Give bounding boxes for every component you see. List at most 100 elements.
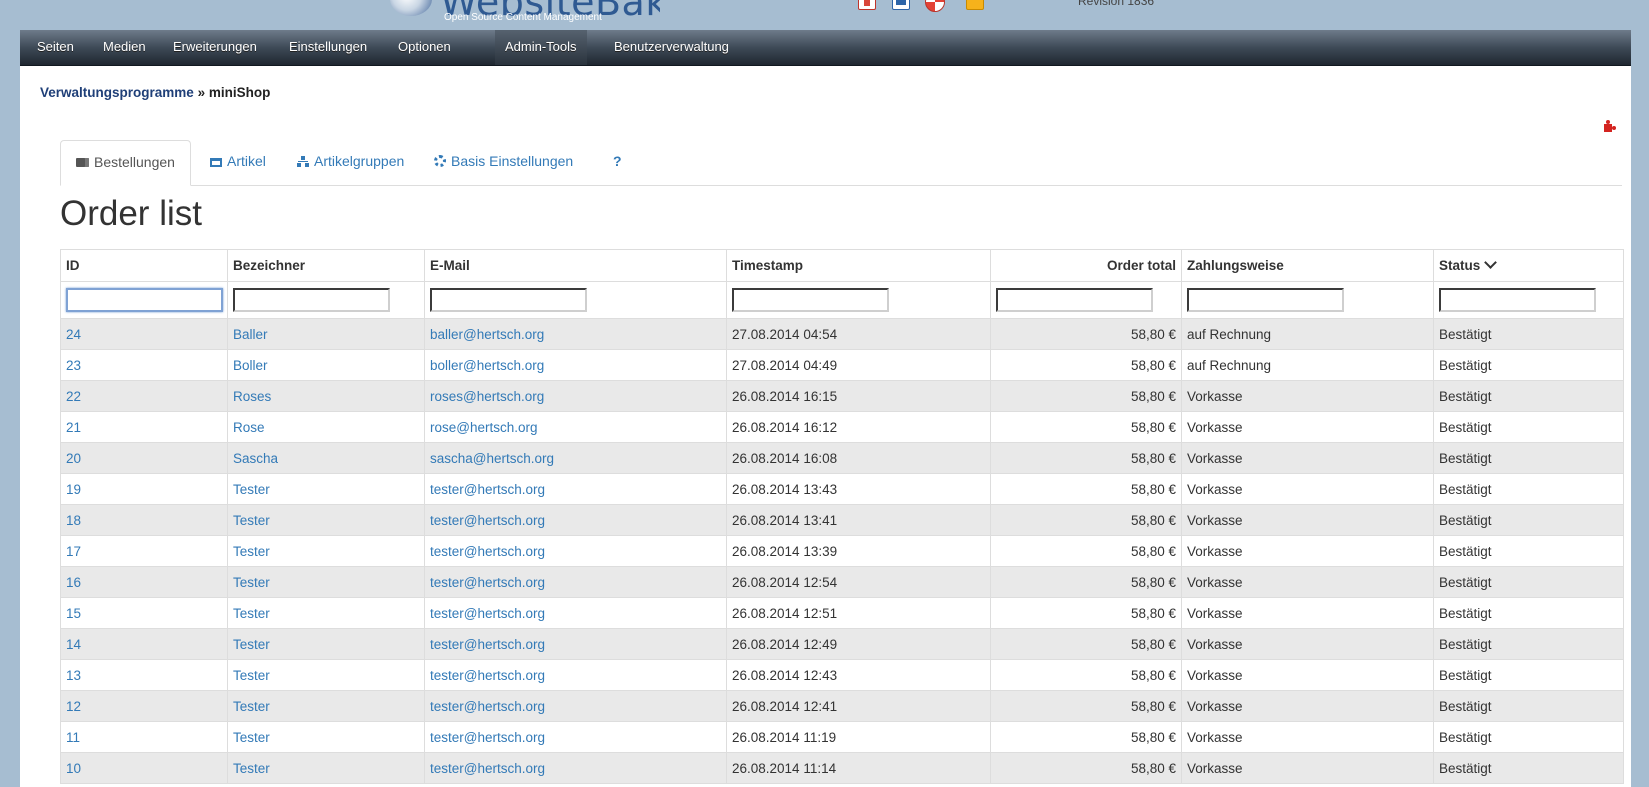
help-lifebuoy-icon[interactable] [925,0,945,12]
menu-item-benutzerverwaltung[interactable]: Benutzerverwaltung [604,30,739,65]
tab-bestellungen[interactable]: Bestellungen [60,140,191,186]
cell-bezeichner-link[interactable]: Tester [233,544,270,559]
cell-email-link[interactable]: tester@hertsch.org [430,668,545,683]
cell-id-link[interactable]: 10 [66,761,81,776]
cell-id: 12 [60,690,228,722]
cell-order-total: 58,80 € [990,597,1182,629]
cell-id-link[interactable]: 12 [66,699,81,714]
cell-id-link[interactable]: 14 [66,637,81,652]
tab-basis-einstellungen[interactable]: Basis Einstellungen [419,140,588,184]
menu-item-admin-tools[interactable]: Admin-Tools [495,30,587,65]
cell-order-total: 58,80 € [990,752,1182,784]
column-header-zahlungsweise[interactable]: Zahlungsweise [1181,249,1434,282]
view-site-icon[interactable] [892,0,910,10]
logout-icon[interactable] [966,0,984,10]
cell-id-link[interactable]: 16 [66,575,81,590]
cell-email-link[interactable]: rose@hertsch.org [430,420,538,435]
cell-email-link[interactable]: tester@hertsch.org [430,730,545,745]
cell-bezeichner-link[interactable]: Tester [233,513,270,528]
cell-bezeichner-link[interactable]: Tester [233,637,270,652]
cell-email-link[interactable]: tester@hertsch.org [430,761,545,776]
filter-input-zahlungsweise[interactable] [1187,288,1344,312]
tab-artikel[interactable]: Artikel [195,140,281,184]
cell-email-link[interactable]: tester@hertsch.org [430,699,545,714]
cell-id-link[interactable]: 11 [66,730,80,745]
cell-id: 19 [60,473,228,505]
cell-email-link[interactable]: boller@hertsch.org [430,358,544,373]
cell-email-link[interactable]: tester@hertsch.org [430,544,545,559]
cell-email: baller@hertsch.org [424,318,727,350]
cell-timestamp: 27.08.2014 04:54 [726,318,991,350]
menu-item-optionen[interactable]: Optionen [388,30,461,65]
cell-bezeichner: Tester [227,628,425,660]
cell-id: 15 [60,597,228,629]
cell-id-link[interactable]: 21 [66,420,81,435]
cell-status: Bestätigt [1433,597,1624,629]
chevron-down-icon [1484,256,1498,269]
cell-id-link[interactable]: 18 [66,513,81,528]
cell-bezeichner-link[interactable]: Tester [233,482,270,497]
cell-id-link[interactable]: 19 [66,482,81,497]
cell-id-link[interactable]: 24 [66,327,81,342]
cell-id-link[interactable]: 23 [66,358,81,373]
cell-email-link[interactable]: tester@hertsch.org [430,482,545,497]
column-header-status[interactable]: Status [1433,249,1624,282]
cell-email-link[interactable]: tester@hertsch.org [430,606,545,621]
filter-input-id[interactable] [66,288,223,312]
tab-artikelgruppen[interactable]: Artikelgruppen [282,140,419,184]
cell-bezeichner-link[interactable]: Tester [233,668,270,683]
breadcrumb-parent-link[interactable]: Verwaltungsprogramme [40,85,194,100]
cell-bezeichner-link[interactable]: Tester [233,730,270,745]
filter-input-email[interactable] [430,288,587,312]
menu-item-seiten[interactable]: Seiten [20,30,91,65]
cell-email: tester@hertsch.org [424,597,727,629]
cell-bezeichner-link[interactable]: Rose [233,420,265,435]
cell-bezeichner-link[interactable]: Roses [233,389,271,404]
cell-email-link[interactable]: roses@hertsch.org [430,389,544,404]
cell-email-link[interactable]: baller@hertsch.org [430,327,544,342]
menu-item-medien[interactable]: Medien [93,30,156,65]
cell-timestamp: 26.08.2014 12:43 [726,659,991,691]
cell-bezeichner: Boller [227,349,425,381]
cell-order-total: 58,80 € [990,349,1182,381]
cell-id-link[interactable]: 20 [66,451,81,466]
cell-bezeichner-link[interactable]: Tester [233,575,270,590]
cell-order-total: 58,80 € [990,628,1182,660]
filter-input-status[interactable] [1439,288,1596,312]
home-icon[interactable] [858,0,876,10]
puzzle-icon[interactable] [1602,120,1616,132]
cell-zahlungsweise: Vorkasse [1181,752,1434,784]
cell-id-link[interactable]: 22 [66,389,81,404]
cell-bezeichner-link[interactable]: Baller [233,327,268,342]
column-header-id[interactable]: ID [60,249,228,282]
cell-id-link[interactable]: 15 [66,606,81,621]
filter-input-order-total[interactable] [996,288,1153,312]
menu-item-erweiterungen[interactable]: Erweiterungen [163,30,267,65]
cell-email-link[interactable]: tester@hertsch.org [430,513,545,528]
column-header-timestamp[interactable]: Timestamp [726,249,991,282]
column-header-order-total[interactable]: Order total [990,249,1182,282]
cell-id-link[interactable]: 17 [66,544,81,559]
cell-id-link[interactable]: 13 [66,668,81,683]
filter-input-bezeichner[interactable] [233,288,390,312]
filter-input-timestamp[interactable] [732,288,889,312]
column-header-bezeichner[interactable]: Bezeichner [227,249,425,282]
cell-email-link[interactable]: tester@hertsch.org [430,637,545,652]
cell-bezeichner-link[interactable]: Tester [233,699,270,714]
cell-timestamp: 26.08.2014 16:08 [726,442,991,474]
cell-email-link[interactable]: tester@hertsch.org [430,575,545,590]
cell-bezeichner-link[interactable]: Tester [233,606,270,621]
cell-email-link[interactable]: sascha@hertsch.org [430,451,554,466]
cell-zahlungsweise: Vorkasse [1181,628,1434,660]
cell-bezeichner-link[interactable]: Sascha [233,451,278,466]
logo[interactable]: WebsiteBaker Open Source Content Managem… [390,0,660,30]
cell-email: tester@hertsch.org [424,504,727,536]
cell-bezeichner-link[interactable]: Boller [233,358,268,373]
cell-bezeichner: Tester [227,597,425,629]
cell-bezeichner-link[interactable]: Tester [233,761,270,776]
menu-item-einstellungen[interactable]: Einstellungen [279,30,377,65]
column-header-email[interactable]: E-Mail [424,249,727,282]
cell-status: Bestätigt [1433,535,1624,567]
tab-help[interactable]: ? [598,140,637,184]
cell-order-total: 58,80 € [990,566,1182,598]
